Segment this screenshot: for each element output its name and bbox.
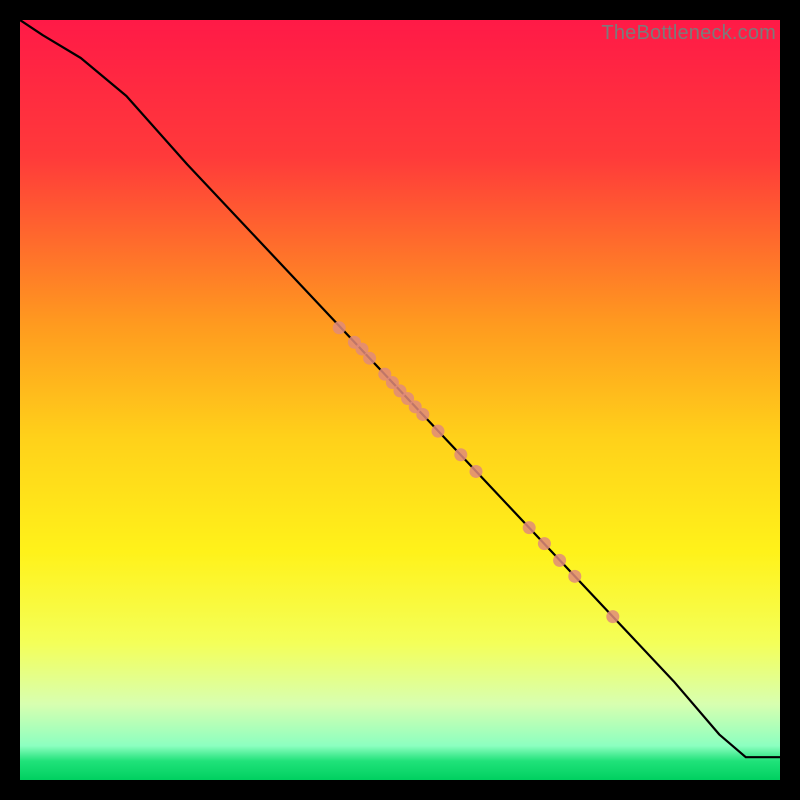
chart-marker (606, 610, 619, 623)
chart-marker (454, 448, 467, 461)
chart-plot (20, 20, 780, 780)
chart-marker (538, 537, 551, 550)
chart-marker (568, 570, 581, 583)
watermark-text: TheBottleneck.com (601, 22, 776, 45)
chart-marker (523, 521, 536, 534)
chart-marker (333, 321, 346, 334)
chart-marker (363, 352, 376, 365)
chart-marker (553, 554, 566, 567)
chart-frame: TheBottleneck.com (20, 20, 780, 780)
chart-marker (470, 465, 483, 478)
chart-marker (432, 425, 445, 438)
chart-marker (416, 408, 429, 421)
chart-background (20, 20, 780, 780)
